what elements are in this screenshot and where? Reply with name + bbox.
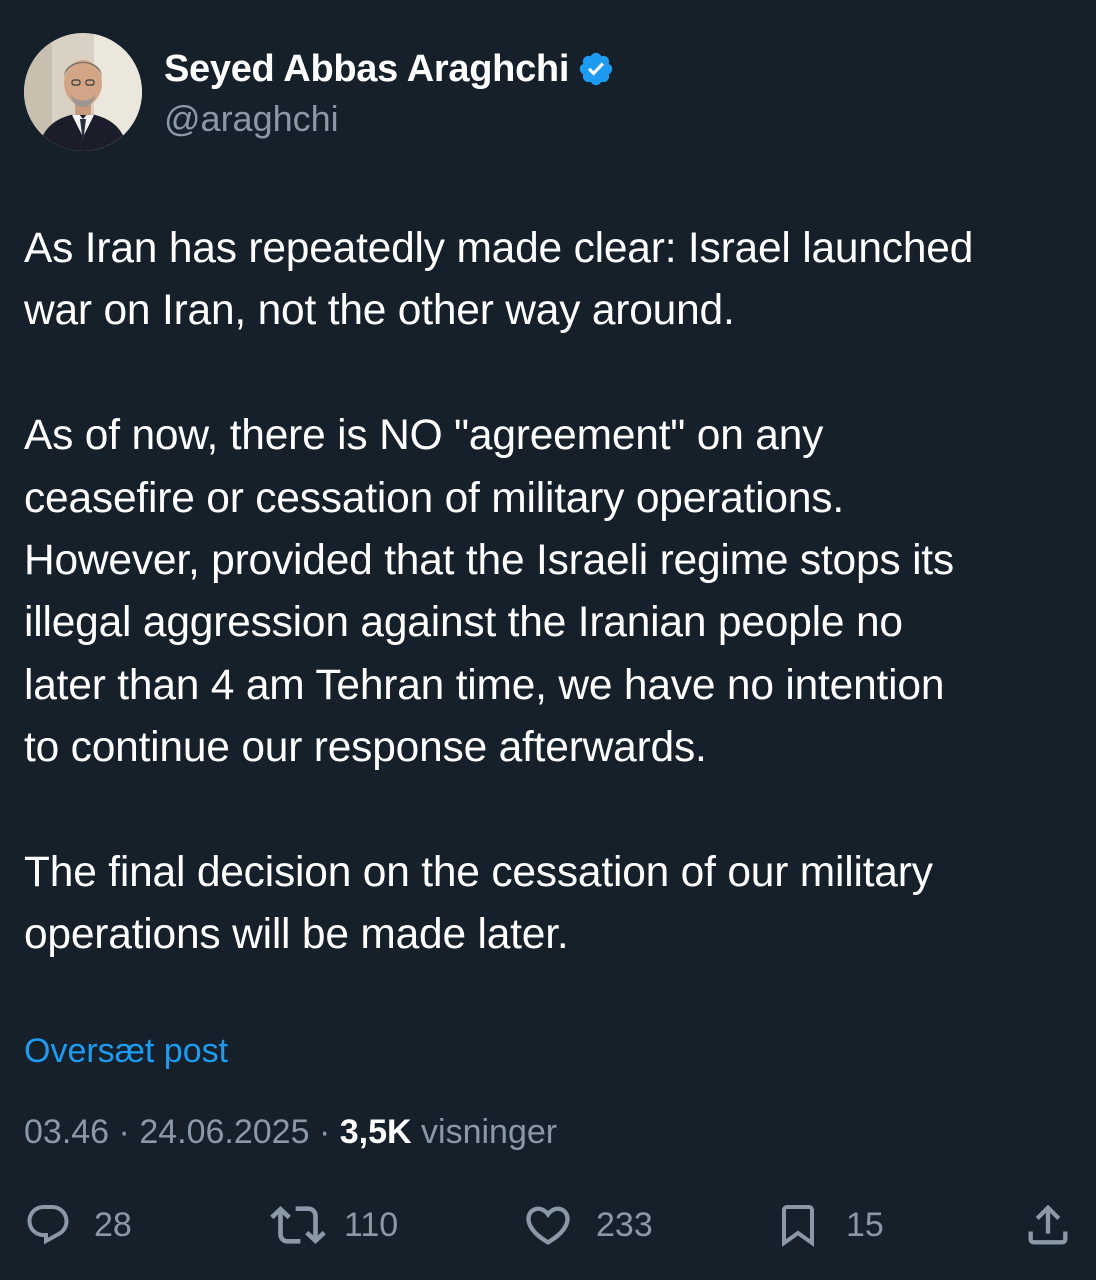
bookmark-icon (782, 1205, 814, 1247)
reply-icon (27, 1205, 69, 1245)
repost-button[interactable]: 110 (270, 1195, 398, 1255)
share-icon (1028, 1204, 1068, 1245)
like-count: 233 (596, 1205, 653, 1244)
reply-count: 28 (94, 1205, 132, 1244)
author-block: Seyed Abbas Araghchi @araghchi (164, 44, 615, 140)
like-button[interactable]: 233 (522, 1195, 653, 1255)
bookmark-count: 15 (846, 1205, 884, 1244)
share-button[interactable] (1022, 1195, 1074, 1255)
post-meta: 03.46 · 24.06.2025 · 3,5K visninger (24, 1113, 557, 1152)
views-count[interactable]: 3,5K (340, 1113, 412, 1151)
translate-post-link[interactable]: Oversæt post (24, 1032, 228, 1071)
meta-separator: · (118, 1113, 130, 1151)
post-header: Seyed Abbas Araghchi @araghchi (24, 32, 615, 152)
post-paragraph: As Iran has repeatedly made clear: Israe… (24, 225, 974, 335)
bookmark-button[interactable]: 15 (774, 1195, 884, 1255)
user-handle[interactable]: @araghchi (164, 98, 615, 140)
verified-badge-icon (579, 52, 613, 86)
meta-separator: · (318, 1113, 331, 1151)
name-row: Seyed Abbas Araghchi (164, 44, 615, 94)
post-paragraph: The final decision on the cessation of o… (24, 849, 933, 959)
repost-count: 110 (344, 1205, 399, 1244)
action-bar: 28 110 233 15 (0, 1195, 1096, 1255)
post-paragraph: As of now, there is NO "agreement" on an… (24, 412, 954, 772)
avatar-image (24, 33, 142, 151)
repost-icon (270, 1206, 326, 1244)
heart-icon (526, 1206, 570, 1245)
avatar[interactable] (24, 33, 142, 151)
post-date[interactable]: 24.06.2025 (139, 1113, 309, 1151)
post-time[interactable]: 03.46 (24, 1113, 109, 1151)
display-name[interactable]: Seyed Abbas Araghchi (164, 48, 569, 91)
reply-button[interactable]: 28 (24, 1195, 132, 1255)
views-label: visninger (421, 1113, 558, 1151)
post-text: As Iran has repeatedly made clear: Israe… (24, 218, 1074, 967)
